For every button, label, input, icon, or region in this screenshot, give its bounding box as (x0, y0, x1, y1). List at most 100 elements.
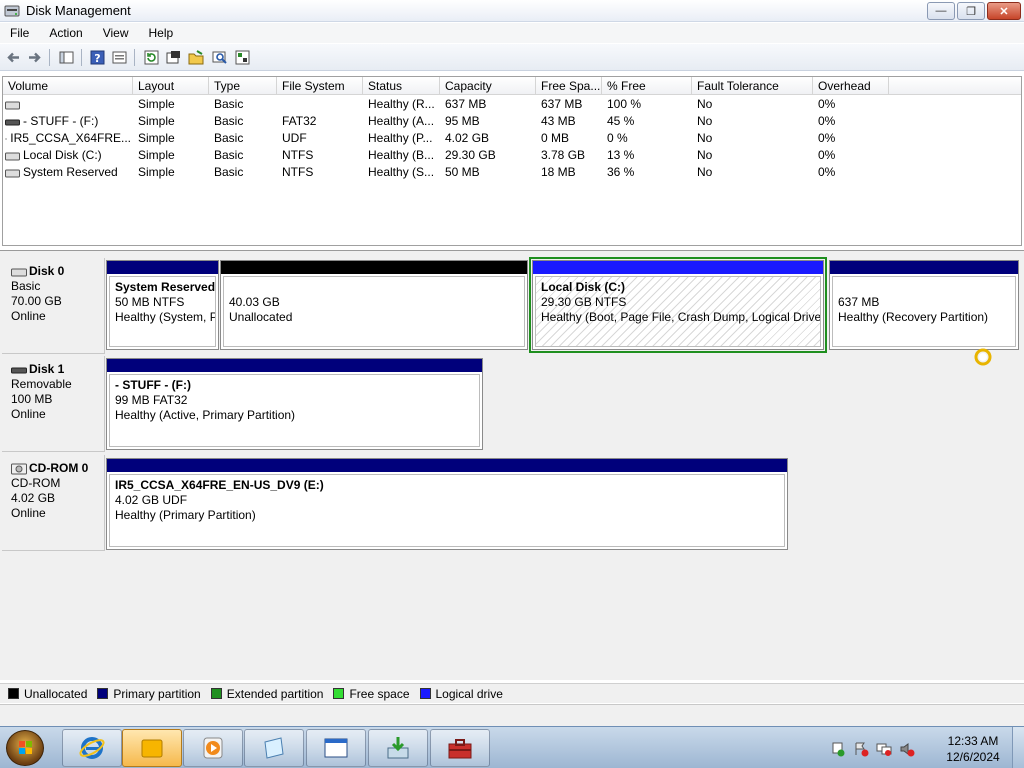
partition-status: Healthy (Boot, Page File, Crash Dump, Lo… (541, 310, 821, 324)
help-icon[interactable]: ? (89, 49, 106, 66)
network-icon[interactable] (876, 741, 892, 757)
column-header-layout[interactable]: Layout (133, 77, 209, 95)
free-space-cell: 0 MB (541, 131, 570, 145)
back-icon[interactable] (5, 49, 22, 66)
menu-file[interactable]: File (0, 26, 39, 40)
column-header-free-space[interactable]: Free Spa... (536, 77, 602, 95)
disk-0-label[interactable]: Disk 0 Basic 70.00 GB Online (2, 258, 105, 354)
column-header-type[interactable]: Type (209, 77, 277, 95)
download-button[interactable] (368, 729, 428, 767)
partition-system-reserved[interactable]: System Reserved 50 MB NTFS Healthy (Syst… (106, 260, 219, 350)
clock-time: 12:33 AM (947, 734, 999, 748)
menu-view[interactable]: View (93, 26, 139, 40)
disk-management-icon (4, 5, 20, 17)
window-button[interactable] (306, 729, 366, 767)
column-header-fault-tolerance[interactable]: Fault Tolerance (692, 77, 813, 95)
minimize-button[interactable]: — (927, 2, 955, 20)
internet-explorer-button[interactable] (62, 729, 122, 767)
capacity-cell: 637 MB (445, 97, 487, 111)
disk-kind: Removable (11, 377, 72, 391)
capacity-cell: 4.02 GB (445, 131, 490, 145)
explore-icon[interactable] (211, 49, 228, 66)
status-cell: Healthy (P... (368, 131, 433, 145)
type-cell: Basic (214, 114, 244, 128)
menu-action[interactable]: Action (39, 26, 92, 40)
table-row[interactable]: - STUFF - (F:) Simple Basic FAT32 Health… (3, 113, 1021, 130)
partition-recovery[interactable]: 637 MB Healthy (Recovery Partition) (829, 260, 1019, 350)
partition-unallocated[interactable]: 40.03 GB Unallocated (220, 260, 528, 350)
busy-cursor-icon (974, 348, 992, 366)
primary-partition-bar (107, 359, 482, 372)
cd-rom-0-partitions: IR5_CCSA_X64FRE_EN-US_DV9 (E:) 4.02 GB U… (106, 455, 792, 551)
layout-cell: Simple (138, 165, 175, 179)
file-explorer-button[interactable] (122, 729, 182, 767)
svg-text:?: ? (94, 52, 100, 65)
column-header-volume[interactable]: Volume (3, 77, 133, 95)
column-header-status[interactable]: Status (363, 77, 440, 95)
removable-drive-icon (11, 367, 27, 373)
disk-kind: Basic (11, 279, 41, 293)
free-space-cell: 637 MB (541, 97, 583, 111)
status-cell: Healthy (B... (368, 148, 435, 162)
notepad-button[interactable] (244, 729, 304, 767)
menu-help[interactable]: Help (139, 26, 184, 40)
partition-stuff-f[interactable]: - STUFF - (F:) 99 MB FAT32 Healthy (Acti… (106, 358, 483, 450)
partition-ir5-e[interactable]: IR5_CCSA_X64FRE_EN-US_DV9 (E:) 4.02 GB U… (106, 458, 788, 550)
partition-local-disk-c[interactable]: Local Disk (C:) 29.30 GB NTFS Healthy (B… (529, 257, 827, 353)
start-button[interactable] (6, 730, 44, 766)
disk-name: Disk 1 (29, 362, 65, 376)
disk-1-label[interactable]: Disk 1 Removable 100 MB Online (2, 356, 105, 452)
legend-swatch (210, 688, 222, 699)
table-row[interactable]: Simple Basic Healthy (R... 637 MB 637 MB… (3, 96, 1021, 113)
file-system-cell: NTFS (282, 148, 314, 162)
column-header-percent-free[interactable]: % Free (602, 77, 692, 95)
volume-list: Volume Layout Type File System Status Ca… (2, 76, 1022, 246)
layout-cell: Simple (138, 131, 175, 145)
column-header-overhead[interactable]: Overhead (813, 77, 889, 95)
show-hide-icon[interactable] (58, 49, 75, 66)
volume-list-header: Volume Layout Type File System Status Ca… (3, 77, 1021, 95)
toolbar: ? (0, 44, 1024, 71)
forward-icon[interactable] (26, 49, 43, 66)
partition-status: Healthy (Primary Partition) (115, 508, 256, 522)
legend-swatch (8, 688, 19, 699)
taskbar-clock[interactable]: 12:33 AM 12/6/2024 (940, 733, 1006, 765)
partition-status: Healthy (Active, Primary Partition) (115, 408, 296, 422)
legend-swatch (333, 688, 345, 699)
rescan-icon[interactable] (165, 49, 182, 66)
open-icon[interactable] (188, 49, 205, 66)
restore-button[interactable]: ❐ (957, 2, 985, 20)
legend-item: Logical drive (419, 687, 503, 701)
settings-icon[interactable] (234, 49, 251, 66)
legend: Unallocated Primary partition Extended p… (0, 683, 1024, 703)
column-header-capacity[interactable]: Capacity (440, 77, 536, 95)
primary-partition-bar (107, 459, 787, 472)
percent-free-cell: 36 % (607, 165, 635, 179)
partition-status: Unallocated (229, 310, 293, 324)
media-player-button[interactable] (183, 729, 243, 767)
partition-status: Healthy (Recovery Partition) (838, 310, 989, 324)
action-center-icon[interactable] (830, 741, 846, 757)
table-row[interactable]: Local Disk (C:) Simple Basic NTFS Health… (3, 147, 1021, 164)
file-explorer-icon (141, 739, 163, 758)
flag-error-icon[interactable] (853, 741, 869, 757)
disk-0-partitions: System Reserved 50 MB NTFS Healthy (Syst… (106, 257, 1022, 354)
properties-icon[interactable] (111, 49, 128, 66)
status-cell: Healthy (A... (368, 114, 435, 128)
close-button[interactable]: ✕ (987, 2, 1021, 20)
partition-title: IR5_CCSA_X64FRE_EN-US_DV9 (E:) (115, 478, 324, 492)
type-cell: Basic (214, 131, 244, 145)
column-header-file-system[interactable]: File System (277, 77, 363, 95)
refresh-icon[interactable] (143, 49, 160, 66)
windows-logo-icon (19, 741, 32, 754)
show-desktop-button[interactable] (1012, 727, 1024, 768)
table-row[interactable]: System Reserved Simple Basic NTFS Health… (3, 164, 1021, 181)
toolbox-button[interactable] (430, 729, 490, 767)
volume-muted-icon[interactable] (899, 741, 915, 757)
cd-drive-icon (11, 463, 27, 474)
disk-name: Disk 0 (29, 264, 65, 278)
fault-tolerance-cell: No (697, 148, 713, 162)
overhead-cell: 0% (818, 148, 836, 162)
cd-rom-0-label[interactable]: CD-ROM 0 CD-ROM 4.02 GB Online (2, 455, 105, 551)
table-row[interactable]: IR5_CCSA_X64FRE... Simple Basic UDF Heal… (3, 130, 1021, 147)
